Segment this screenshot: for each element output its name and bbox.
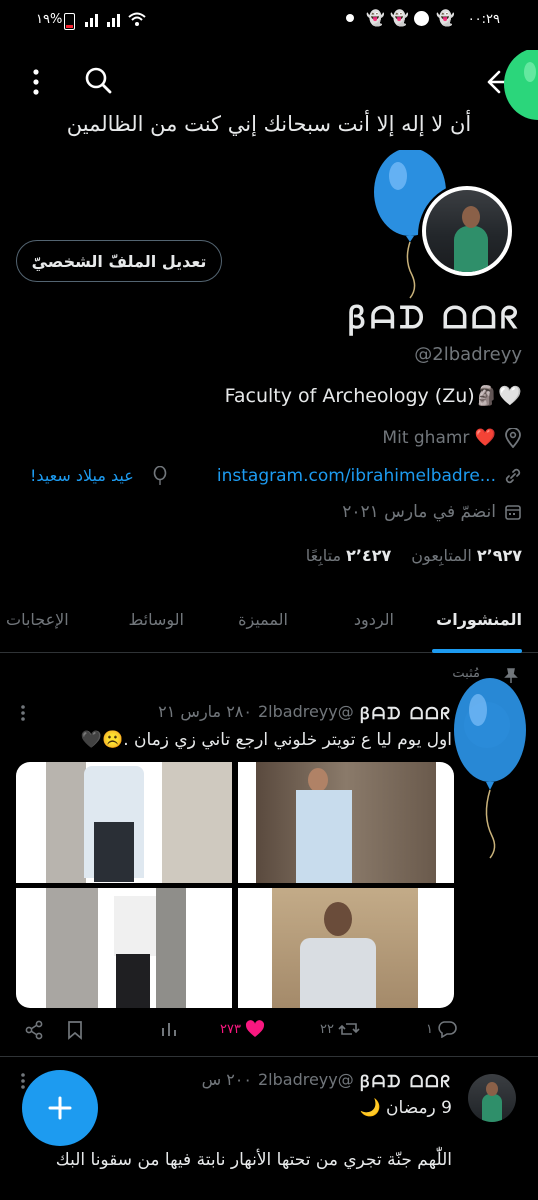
tab-replies[interactable]: الردود — [354, 610, 394, 629]
birthday-text: عيد ميلاد سعيد! — [30, 466, 134, 485]
post-photo-3[interactable] — [16, 888, 232, 1008]
plus-icon — [48, 1096, 72, 1120]
messenger-icon — [414, 11, 429, 26]
search-button[interactable] — [80, 62, 116, 98]
like-count: ٢٧٣ — [220, 1021, 241, 1037]
post-time: ٢٨٠ مارس ٢١ — [158, 702, 252, 721]
bookmark-button[interactable] — [66, 1020, 84, 1040]
tab-likes[interactable]: الإعجابات — [6, 610, 69, 629]
repost-button[interactable]: ٢٢ — [320, 1020, 360, 1038]
repost-icon — [338, 1023, 360, 1035]
followers-label: المتابِعون — [411, 546, 472, 565]
signal-icon-2 — [106, 12, 124, 32]
heart-filled-icon — [245, 1020, 265, 1037]
post2-author-handle: @2lbadreyy — [257, 1070, 354, 1089]
post-header: ꞵᗩᗪ ᗝᗝᖇ @2lbadreyy ٢٨٠ مارس ٢١ — [158, 702, 452, 724]
tab-highlights[interactable]: المميزة — [238, 610, 288, 629]
more-vertical-icon — [33, 69, 39, 95]
profile-location: Mit ghamr ❤️ — [382, 428, 522, 448]
followers-link[interactable]: ٢٬٩٢٧ المتابِعون — [411, 546, 522, 565]
signal-icon — [84, 12, 102, 32]
tab-media[interactable]: الوسائط — [128, 610, 184, 629]
profile-avatar[interactable] — [418, 182, 524, 288]
post-author-handle: @2lbadreyy — [257, 702, 354, 721]
more-vertical-icon — [21, 1073, 25, 1089]
calendar-icon — [505, 505, 521, 520]
more-options-button[interactable] — [18, 64, 54, 100]
reply-icon — [438, 1021, 457, 1038]
wifi-icon — [128, 11, 146, 31]
reply-count: ١ — [426, 1021, 433, 1037]
display-name: ꞵᗩᗪ ᗝᗝᖇ — [347, 301, 522, 336]
repost-count: ٢٢ — [320, 1021, 334, 1037]
profile-bio: Faculty of Archeology (Zu)🗿🤍 — [224, 385, 522, 407]
post-photo-1[interactable] — [16, 762, 232, 883]
profile-website-link[interactable]: instagram.com/ibrahimelbadre... — [217, 466, 496, 486]
like-button[interactable]: ٢٧٣ — [220, 1020, 265, 1038]
snapchat-icon-3: 👻 — [436, 9, 455, 27]
blue-balloon-icon-2 — [452, 676, 532, 870]
post-more-button[interactable] — [20, 704, 26, 726]
follow-stats: ٢٬٩٢٧ المتابِعون ٢٬٤٢٧ متابِعًا — [306, 546, 522, 565]
post2-author-avatar[interactable] — [468, 1074, 516, 1122]
avatar — [422, 186, 512, 276]
snapchat-icon-2: 👻 — [390, 9, 409, 27]
following-label: متابِعًا — [305, 546, 342, 565]
snapchat-icon: 👻 — [366, 9, 385, 27]
share-button[interactable] — [24, 1020, 44, 1040]
followers-count: ٢٬٩٢٧ — [476, 546, 522, 565]
profile-website-row: instagram.com/ibrahimelbadre... — [217, 466, 522, 486]
following-link[interactable]: ٢٬٤٢٧ متابِعًا — [306, 546, 392, 565]
search-icon — [85, 67, 112, 94]
post2-author-name: ꞵᗩᗪ ᗝᗝᖇ — [359, 1072, 452, 1091]
compose-post-button[interactable] — [22, 1070, 98, 1146]
tab-posts[interactable]: المنشورات — [436, 610, 522, 629]
post-divider — [0, 1056, 538, 1057]
post-author-name: ꞵᗩᗪ ᗝᗝᖇ — [359, 704, 452, 723]
battery-icon — [64, 13, 75, 30]
post2-time: ٢٠٠ س — [201, 1070, 252, 1089]
active-tab-indicator — [432, 649, 522, 653]
profile-tabs: المنشورات الردود المميزة الوسائط الإعجاب… — [0, 596, 538, 653]
profile-joined: انضمّ في مارس ٢٠٢١ — [342, 502, 522, 522]
following-count: ٢٬٤٢٧ — [346, 546, 392, 565]
reply-button[interactable]: ١ — [426, 1020, 457, 1038]
edit-profile-button[interactable]: تعديل الملفّ الشخصيّ — [16, 240, 222, 282]
post-photo-2[interactable] — [238, 762, 454, 883]
link-icon — [505, 468, 521, 484]
views-button[interactable] — [160, 1020, 178, 1038]
location-text: Mit ghamr ❤️ — [382, 428, 496, 448]
post2-text-line2: اللّٰهم جنّة تجري من تحتها الأنهار نابتة… — [55, 1150, 452, 1170]
balloon-small-icon — [152, 465, 168, 490]
post2-text: 9 رمضان 🌙 — [359, 1098, 452, 1118]
post-text: اول يوم ليا ع تويتر خلوني ارجع تاني زي ز… — [80, 730, 452, 750]
banner-text: أن لا إله إلا أنت سبحانك إني كنت من الظا… — [66, 112, 472, 136]
profile-handle: @2lbadreyy — [414, 344, 522, 365]
battery-level: ١٩% — [36, 12, 63, 27]
clock: ٠٠:٢٩ — [467, 12, 500, 27]
post-media-grid[interactable] — [16, 762, 454, 1008]
analytics-icon — [162, 1023, 176, 1036]
status-bar: ١٩% 👻 👻 👻 ٠٠:٢٩ — [0, 0, 538, 44]
notification-dot-icon — [346, 14, 354, 22]
bookmark-icon — [68, 1021, 82, 1040]
joined-text: انضمّ في مارس ٢٠٢١ — [342, 502, 496, 522]
post-photo-4[interactable] — [238, 888, 454, 1008]
location-pin-icon — [505, 428, 521, 448]
post2-header: ꞵᗩᗪ ᗝᗝᖇ @2lbadreyy ٢٠٠ س — [202, 1070, 452, 1092]
share-icon — [25, 1020, 43, 1040]
more-vertical-icon — [21, 705, 25, 721]
